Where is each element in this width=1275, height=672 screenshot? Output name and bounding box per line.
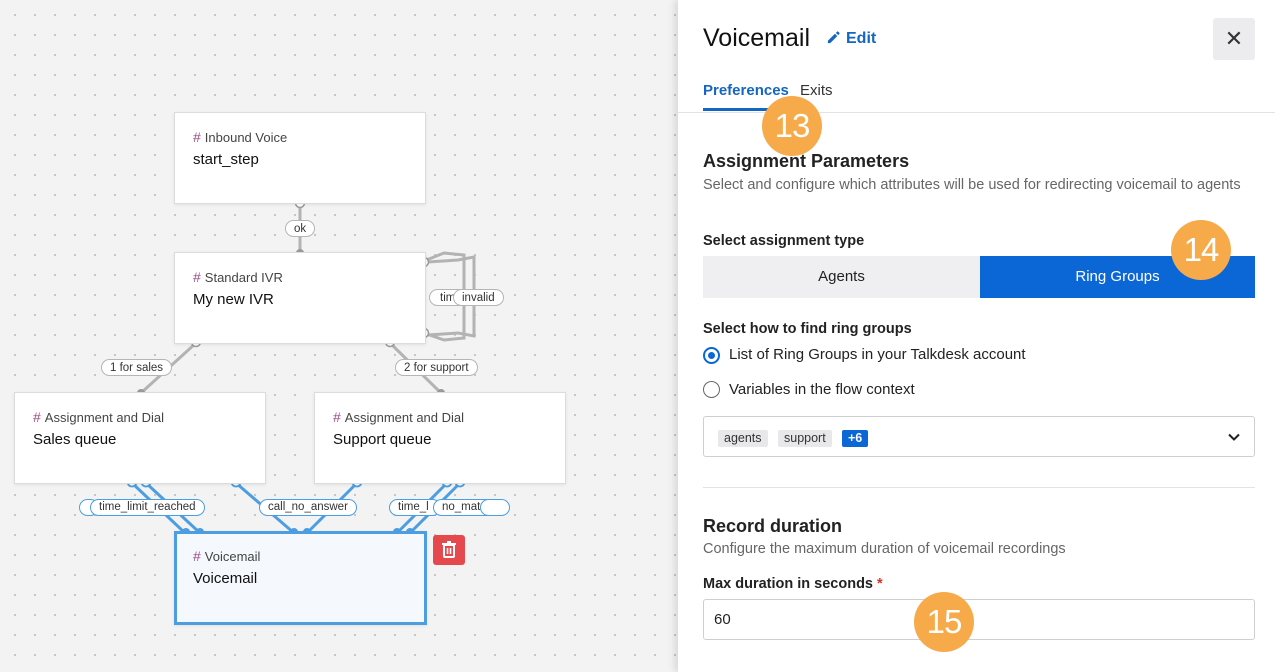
flow-node-support[interactable]: # Assignment and Dial Support queue (314, 392, 566, 484)
properties-panel: Voicemail Edit ✕ Preferences Exits Assig… (678, 0, 1275, 672)
hash-icon: # (333, 409, 341, 425)
chip-support: support (778, 430, 832, 447)
tab-preferences[interactable]: Preferences (703, 82, 789, 99)
record-duration-description: Configure the maximum duration of voicem… (703, 541, 1066, 557)
edge-label-call-no-answer[interactable]: call_no_answer (259, 499, 357, 516)
radio-label-variables[interactable]: Variables in the flow context (729, 381, 915, 398)
edit-button[interactable]: Edit (826, 30, 876, 48)
step-badge-14: 14 (1171, 220, 1231, 280)
step-badge-13: 13 (762, 96, 822, 156)
edge-label-1-for-sales[interactable]: 1 for sales (101, 359, 173, 376)
node-name: Voicemail (193, 570, 258, 587)
trash-icon (442, 541, 456, 558)
edge-label-ok[interactable]: ok (285, 220, 316, 237)
node-name: My new IVR (193, 291, 274, 308)
edge-label-2-for-support[interactable]: 2 for support (395, 359, 478, 376)
flow-node-ivr[interactable]: # Standard IVR My new IVR (174, 252, 426, 344)
assignment-description: Select and configure which attributes wi… (703, 177, 1241, 193)
step-badge-15: 15 (914, 592, 974, 652)
node-name: start_step (193, 151, 259, 168)
max-duration-input[interactable]: 60 (703, 599, 1255, 640)
flow-node-voicemail[interactable]: # Voicemail Voicemail (174, 531, 427, 625)
node-type-label: Voicemail (204, 549, 261, 564)
assignment-type-label: Select assignment type (703, 233, 865, 249)
node-type: # Voicemail (193, 548, 260, 564)
section-divider (703, 487, 1255, 488)
node-type: # Standard IVR (193, 269, 283, 285)
record-duration-heading: Record duration (703, 516, 843, 536)
hash-icon: # (193, 269, 201, 285)
chevron-down-icon (1228, 433, 1240, 441)
node-name: Sales queue (33, 431, 117, 448)
radio-list-ring-groups[interactable] (703, 347, 720, 364)
pencil-icon (827, 31, 840, 44)
chip-agents: agents (718, 430, 768, 447)
chip-more-count: +6 (842, 430, 869, 447)
node-type: # Assignment and Dial (33, 409, 164, 425)
ring-groups-select[interactable]: agents support +6 (703, 416, 1255, 457)
assignment-type-agents[interactable]: Agents (703, 256, 980, 298)
edit-label: Edit (846, 30, 877, 47)
edge-label-hidden[interactable] (480, 499, 510, 516)
edge-label-time-limit-reached[interactable]: time_limit_reached (90, 499, 205, 516)
node-type-label: Standard IVR (204, 270, 283, 285)
max-duration-label-text: Max duration in seconds (703, 576, 873, 592)
radio-label-list[interactable]: List of Ring Groups in your Talkdesk acc… (729, 346, 1026, 363)
hash-icon: # (33, 409, 41, 425)
hash-icon: # (193, 548, 201, 564)
radio-flow-variables[interactable] (703, 381, 720, 398)
close-button[interactable]: ✕ (1213, 18, 1255, 60)
node-name: Support queue (333, 431, 432, 448)
node-type-label: Assignment and Dial (344, 410, 465, 425)
panel-title: Voicemail (703, 24, 810, 52)
flow-canvas[interactable]: # Inbound Voice start_step # Standard IVR … (0, 0, 678, 672)
find-ring-groups-label: Select how to find ring groups (703, 321, 912, 337)
delete-node-button[interactable] (433, 535, 465, 565)
tab-exits[interactable]: Exits (800, 82, 833, 99)
hash-icon: # (193, 129, 201, 145)
node-type-label: Inbound Voice (204, 130, 288, 145)
flow-node-start[interactable]: # Inbound Voice start_step (174, 112, 426, 204)
node-type: # Inbound Voice (193, 129, 287, 145)
assignment-heading: Assignment Parameters (703, 151, 910, 171)
node-type: # Assignment and Dial (333, 409, 464, 425)
required-mark: * (877, 576, 883, 592)
flow-node-sales[interactable]: # Assignment and Dial Sales queue (14, 392, 266, 484)
max-duration-label: Max duration in seconds * (703, 576, 883, 592)
edge-label-invalid[interactable]: invalid (453, 289, 504, 306)
node-type-label: Assignment and Dial (44, 410, 165, 425)
